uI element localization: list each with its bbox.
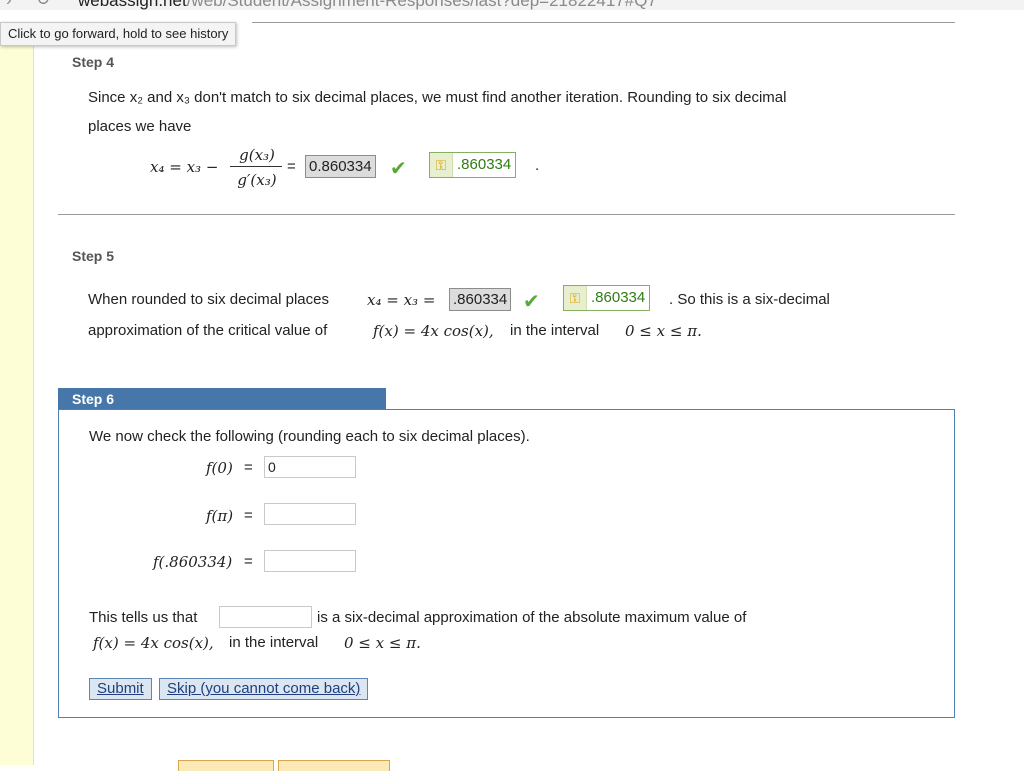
partial-bottom-button[interactable] xyxy=(278,760,390,771)
forward-arrow-icon[interactable]: › xyxy=(6,0,12,10)
step-divider xyxy=(58,214,955,215)
top-divider xyxy=(252,22,955,23)
step5-text-b: . So this is a six-decimal xyxy=(669,291,830,308)
reload-icon[interactable]: ↻ xyxy=(36,0,50,10)
url-path: /web/Student/Assignment-Responses/last?d… xyxy=(186,0,657,10)
step4-answer-box: 0.860334 xyxy=(305,155,376,178)
step4-formula-lhs: x₄ = x₃ − xyxy=(150,158,219,176)
row-fc-equals: = xyxy=(244,553,253,570)
row-fpi-equals: = xyxy=(244,507,253,524)
step6-text-d: in the interval xyxy=(229,634,319,651)
step5-interval: 0 ≤ x ≤ π. xyxy=(625,322,702,340)
step5-text-d: in the interval xyxy=(510,322,600,339)
absolute-max-input[interactable] xyxy=(219,606,312,628)
step4-fraction-denominator: g′(x₃) xyxy=(237,171,277,189)
step6-tab: Step 6 xyxy=(58,388,386,410)
row-f0-label: f(0) xyxy=(206,459,233,477)
step6-intro: We now check the following (rounding eac… xyxy=(89,428,530,445)
step5-formula: x₄ = x₃ = xyxy=(367,291,436,309)
step5-key-box: ⚿ .860334 xyxy=(563,285,651,311)
correct-check-icon: ✔ xyxy=(390,158,407,180)
step6-interval: 0 ≤ x ≤ π. xyxy=(344,634,421,652)
browser-toolbar: › ↻ webassign.net/web/Student/Assignment… xyxy=(0,0,1024,10)
step5-text-c: approximation of the critical value of xyxy=(88,322,328,339)
step4-key-box: ⚿ .860334 xyxy=(429,152,517,178)
step5-label: Step 5 xyxy=(72,248,115,264)
correct-check-icon: ✔ xyxy=(523,291,540,313)
step4-label: Step 4 xyxy=(72,54,115,70)
step4-key-value: .860334 xyxy=(457,156,512,173)
step5-key-value: .860334 xyxy=(591,289,646,306)
skip-button[interactable]: Skip (you cannot come back) xyxy=(159,678,369,700)
address-bar[interactable]: webassign.net/web/Student/Assignment-Res… xyxy=(78,0,657,10)
step5-text-a: When rounded to six decimal places xyxy=(88,291,329,308)
step6-tells-b: is a six-decimal approximation of the ab… xyxy=(317,609,747,626)
step5-answer-box: .860334 xyxy=(449,288,512,311)
row-f0-equals: = xyxy=(244,459,253,476)
step4-period: . xyxy=(535,157,540,174)
fraction-bar xyxy=(230,166,282,167)
step6-tells-a: This tells us that xyxy=(89,609,198,626)
row-fc-label: f(.860334) xyxy=(153,553,233,571)
submit-button[interactable]: Submit xyxy=(89,678,152,700)
history-tooltip: Click to go forward, hold to see history xyxy=(0,22,237,46)
step5-function: f(x) = 4x cos(x), xyxy=(373,322,494,340)
key-icon: ⚿ xyxy=(564,286,587,310)
partial-bottom-button[interactable] xyxy=(178,760,274,771)
fc-input[interactable] xyxy=(264,550,356,572)
step6-function: f(x) = 4x cos(x), xyxy=(93,634,214,652)
fpi-input[interactable] xyxy=(264,503,356,525)
step4-text-line1: Since x₂ and x₃ don't match to six decim… xyxy=(88,89,787,106)
row-fpi-label: f(π) xyxy=(206,507,234,525)
key-icon: ⚿ xyxy=(430,153,453,177)
f0-input[interactable] xyxy=(264,456,356,478)
step4-text-line2: places we have xyxy=(88,118,192,135)
step4-fraction-numerator: g(x₃) xyxy=(239,146,275,164)
left-gutter xyxy=(0,44,34,765)
step4-equals: = xyxy=(287,158,296,175)
url-host: webassign.net xyxy=(78,0,187,10)
